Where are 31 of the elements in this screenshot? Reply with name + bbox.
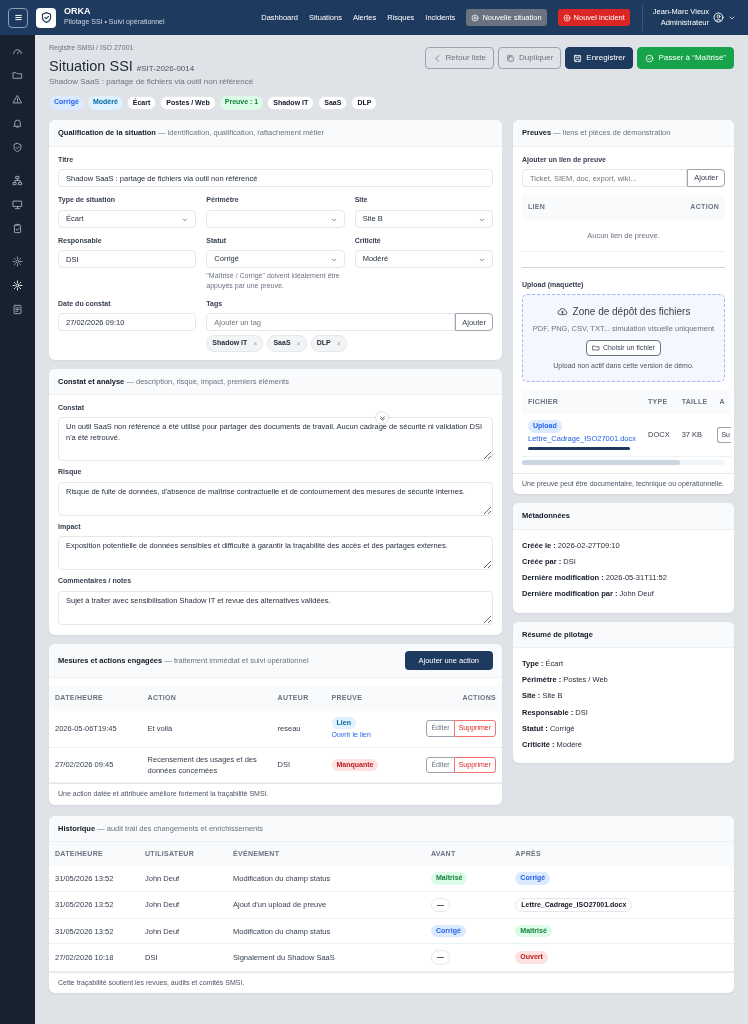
caret-icon [330,257,337,264]
horizontal-scrollbar[interactable] [522,459,725,465]
chevron-left-icon [432,53,442,63]
settings-icon[interactable] [9,277,26,293]
shield-logo-icon [36,7,56,28]
save-button[interactable]: Enregistrer [565,47,634,69]
caret-icon [182,216,189,223]
settings-icon[interactable] [9,253,26,269]
menu-icon [12,12,24,23]
upload-cloud-icon [556,306,568,318]
caret-icon [330,216,337,223]
plus-circle-icon [562,13,571,22]
caret-icon [479,216,485,223]
page-title: Situation SSI [49,57,133,75]
menu-button[interactable] [8,7,28,28]
reference-number: #SIT-2026-0014 [136,62,195,75]
drop-zone-title: Zone de dépôt des fichiers [572,305,691,320]
folder-icon [591,344,600,353]
brand-name: ORKA [64,7,92,18]
duplicate-button[interactable]: Dupliquer [498,47,562,69]
scroll-down-button[interactable] [376,412,388,425]
floppy-disk-icon [573,53,583,63]
page-subtitle: Shadow SaaS : partage de fichiers via outil non référencé [49,75,254,88]
copy-icon [506,53,516,63]
caret-icon [479,257,485,264]
select-field[interactable] [206,209,345,228]
back-button[interactable]: Retour liste [424,47,495,69]
plus-circle-icon [471,13,480,22]
double-chevron-down-icon [378,414,386,422]
user-avatar-icon [713,12,724,23]
check-circle-icon [645,53,655,63]
